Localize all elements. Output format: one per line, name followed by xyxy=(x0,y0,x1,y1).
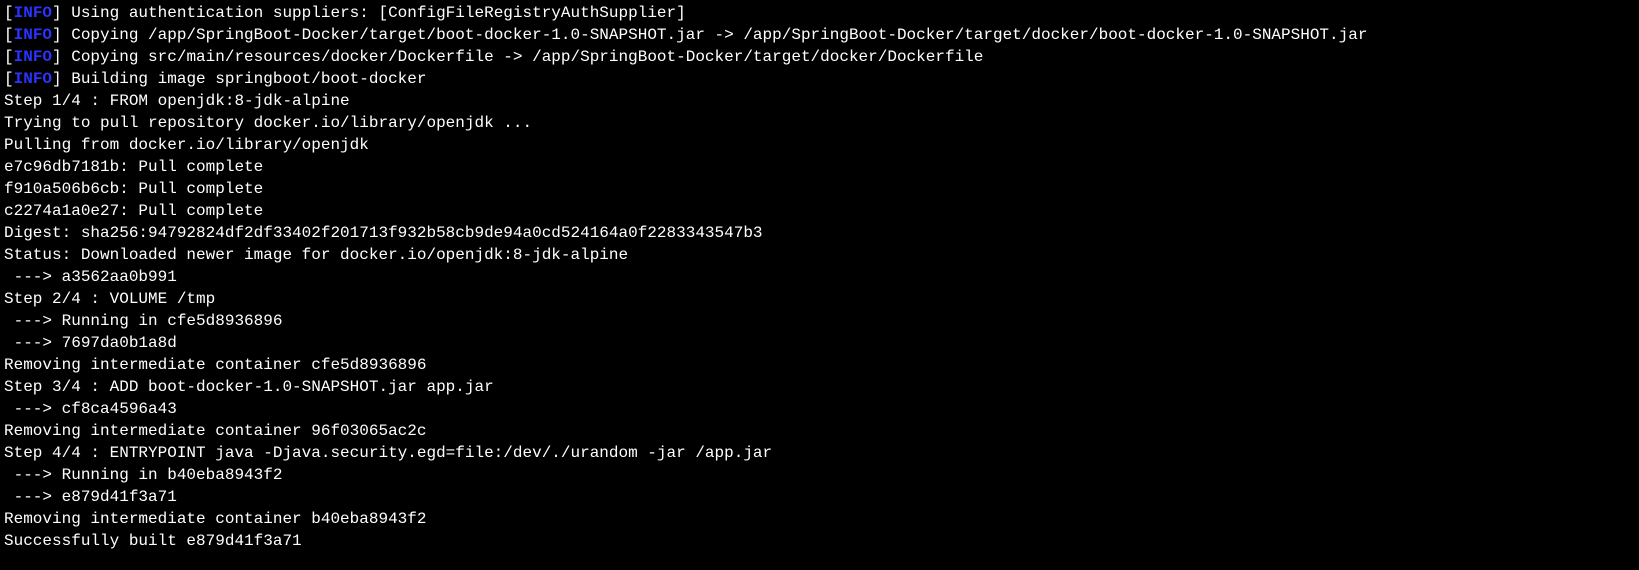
log-text: Removing intermediate container 96f03065… xyxy=(4,422,426,440)
log-text: Building image springboot/boot-docker xyxy=(71,70,426,88)
log-line: Removing intermediate container cfe5d893… xyxy=(4,354,1635,376)
log-line: e7c96db7181b: Pull complete xyxy=(4,156,1635,178)
log-text: Removing intermediate container cfe5d893… xyxy=(4,356,426,374)
log-text: ---> a3562aa0b991 xyxy=(4,268,177,286)
bracket-open: [ xyxy=(4,4,14,22)
log-text: ---> e879d41f3a71 xyxy=(4,488,177,506)
log-line: ---> Running in b40eba8943f2 xyxy=(4,464,1635,486)
log-text: Step 3/4 : ADD boot-docker-1.0-SNAPSHOT.… xyxy=(4,378,494,396)
log-line: [INFO] Building image springboot/boot-do… xyxy=(4,68,1635,90)
bracket-close: ] xyxy=(52,70,71,88)
log-text: ---> 7697da0b1a8d xyxy=(4,334,177,352)
log-line: ---> Running in cfe5d8936896 xyxy=(4,310,1635,332)
log-text: ---> Running in cfe5d8936896 xyxy=(4,312,282,330)
bracket-close: ] xyxy=(52,48,71,66)
log-line: ---> cf8ca4596a43 xyxy=(4,398,1635,420)
info-label: INFO xyxy=(14,48,52,66)
log-text: Copying src/main/resources/docker/Docker… xyxy=(71,48,983,66)
log-text: Digest: sha256:94792824df2df33402f201713… xyxy=(4,224,763,242)
log-line: Status: Downloaded newer image for docke… xyxy=(4,244,1635,266)
log-line: Successfully built e879d41f3a71 xyxy=(4,530,1635,552)
log-text: Using authentication suppliers: [ConfigF… xyxy=(71,4,686,22)
log-line: ---> a3562aa0b991 xyxy=(4,266,1635,288)
log-line: Pulling from docker.io/library/openjdk xyxy=(4,134,1635,156)
log-text: f910a506b6cb: Pull complete xyxy=(4,180,263,198)
log-line: Step 1/4 : FROM openjdk:8-jdk-alpine xyxy=(4,90,1635,112)
bracket-open: [ xyxy=(4,48,14,66)
log-line: Step 3/4 : ADD boot-docker-1.0-SNAPSHOT.… xyxy=(4,376,1635,398)
log-line: f910a506b6cb: Pull complete xyxy=(4,178,1635,200)
info-label: INFO xyxy=(14,70,52,88)
log-text: Step 1/4 : FROM openjdk:8-jdk-alpine xyxy=(4,92,350,110)
log-text: ---> cf8ca4596a43 xyxy=(4,400,177,418)
bracket-open: [ xyxy=(4,70,14,88)
log-text: ---> Running in b40eba8943f2 xyxy=(4,466,282,484)
log-line: Step 2/4 : VOLUME /tmp xyxy=(4,288,1635,310)
log-text: Pulling from docker.io/library/openjdk xyxy=(4,136,369,154)
log-text: Trying to pull repository docker.io/libr… xyxy=(4,114,532,132)
bracket-open: [ xyxy=(4,26,14,44)
log-line: Removing intermediate container 96f03065… xyxy=(4,420,1635,442)
info-label: INFO xyxy=(14,4,52,22)
log-line: c2274a1a0e27: Pull complete xyxy=(4,200,1635,222)
log-text: c2274a1a0e27: Pull complete xyxy=(4,202,263,220)
bracket-close: ] xyxy=(52,26,71,44)
log-line: Step 4/4 : ENTRYPOINT java -Djava.securi… xyxy=(4,442,1635,464)
terminal-output: [INFO] Using authentication suppliers: [… xyxy=(0,0,1639,554)
log-text: Copying /app/SpringBoot-Docker/target/bo… xyxy=(71,26,1367,44)
log-line: [INFO] Copying src/main/resources/docker… xyxy=(4,46,1635,68)
log-line: Trying to pull repository docker.io/libr… xyxy=(4,112,1635,134)
log-line: Digest: sha256:94792824df2df33402f201713… xyxy=(4,222,1635,244)
log-text: Step 4/4 : ENTRYPOINT java -Djava.securi… xyxy=(4,444,772,462)
log-line: ---> e879d41f3a71 xyxy=(4,486,1635,508)
log-line: ---> 7697da0b1a8d xyxy=(4,332,1635,354)
log-line: [INFO] Copying /app/SpringBoot-Docker/ta… xyxy=(4,24,1635,46)
log-line: Removing intermediate container b40eba89… xyxy=(4,508,1635,530)
log-text: Removing intermediate container b40eba89… xyxy=(4,510,426,528)
log-text: Step 2/4 : VOLUME /tmp xyxy=(4,290,215,308)
info-label: INFO xyxy=(14,26,52,44)
log-text: Successfully built e879d41f3a71 xyxy=(4,532,302,550)
log-line: [INFO] Using authentication suppliers: [… xyxy=(4,2,1635,24)
log-text: Status: Downloaded newer image for docke… xyxy=(4,246,628,264)
bracket-close: ] xyxy=(52,4,71,22)
log-text: e7c96db7181b: Pull complete xyxy=(4,158,263,176)
